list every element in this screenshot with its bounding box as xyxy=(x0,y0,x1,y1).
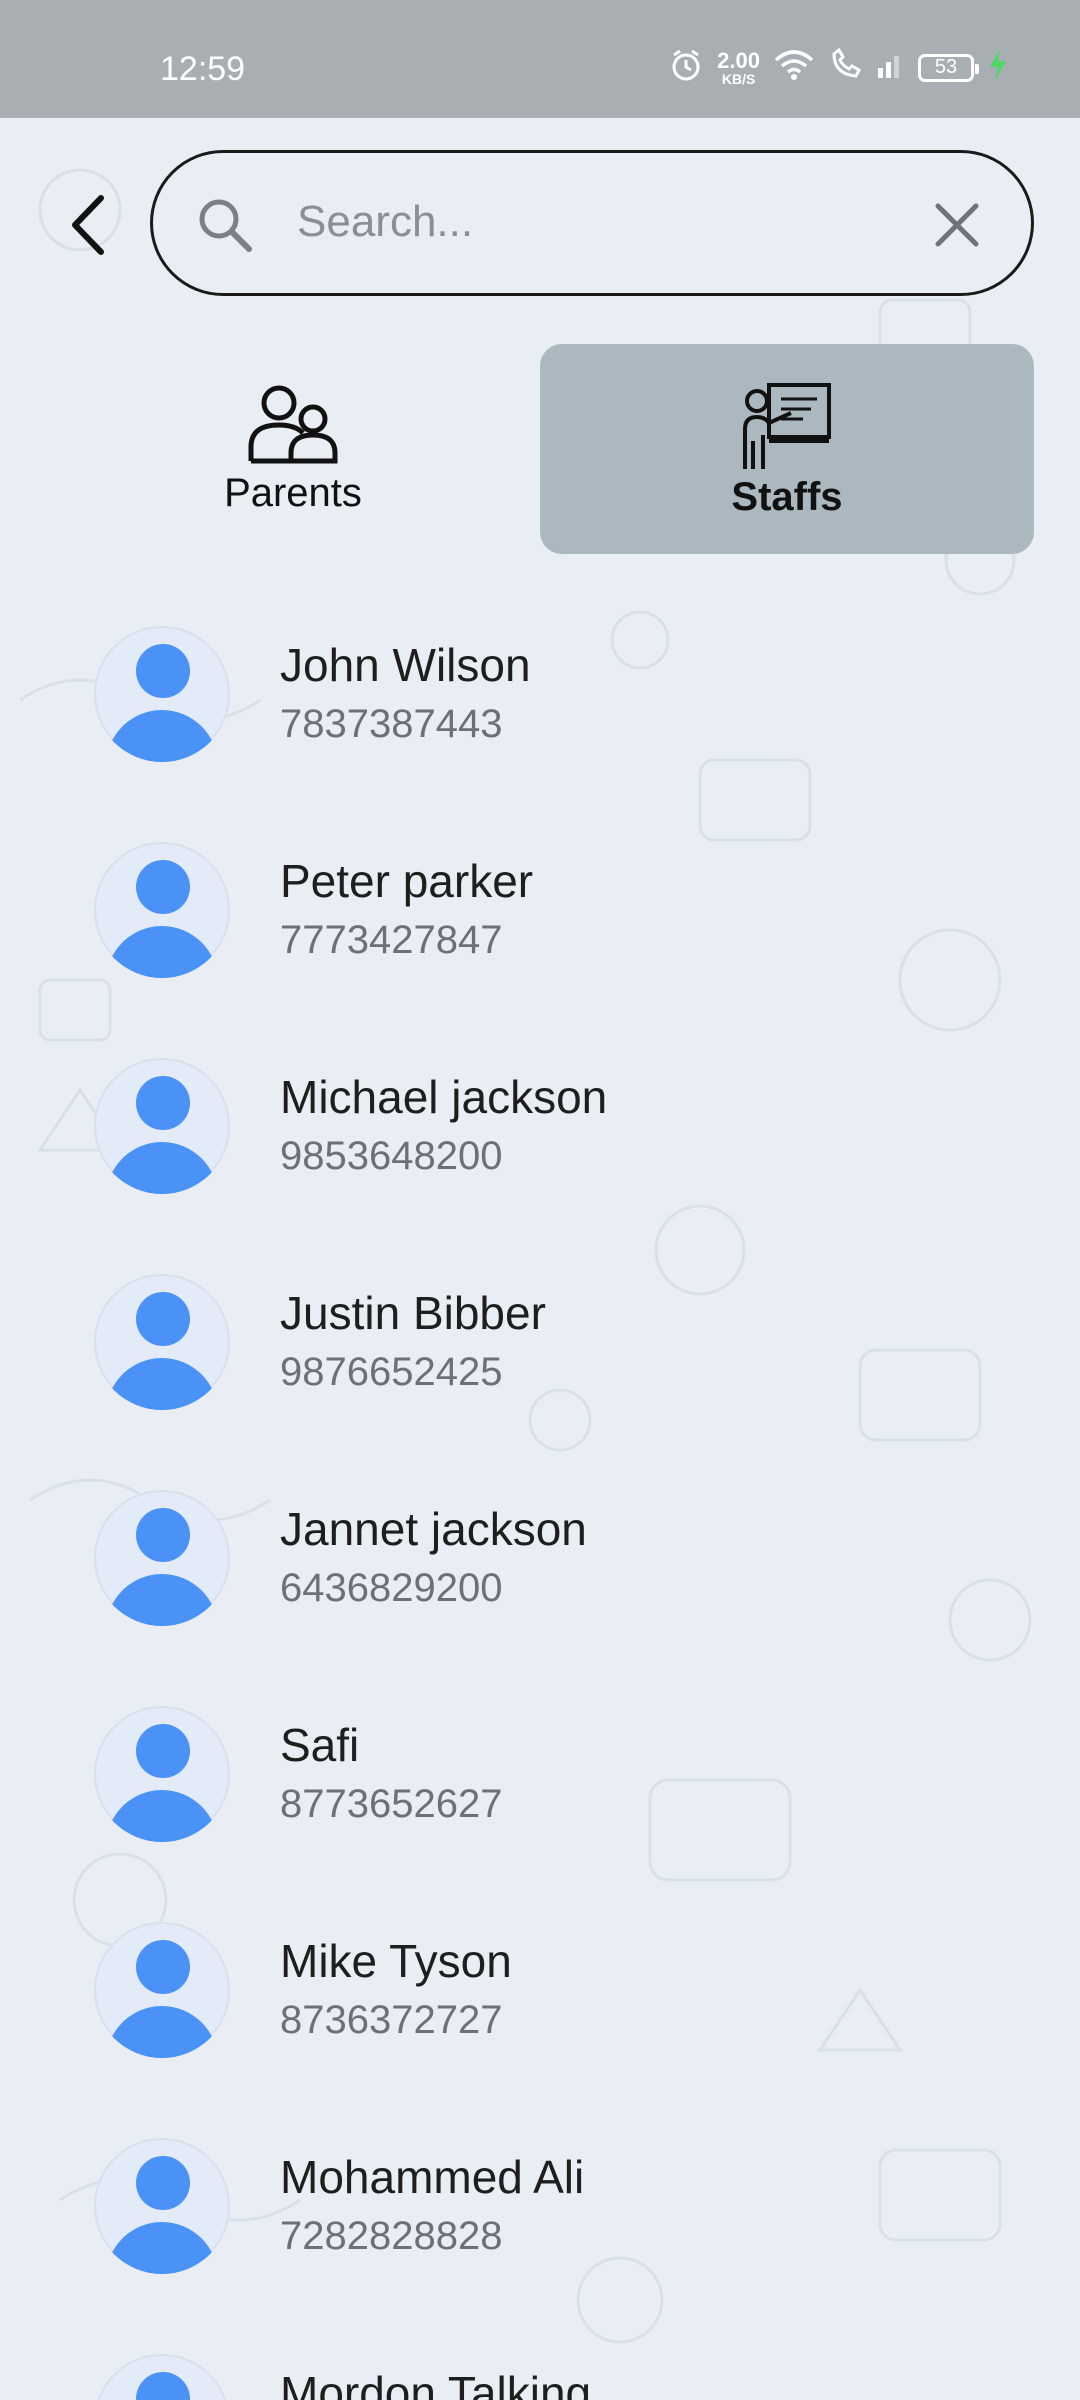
list-item[interactable]: Safi 8773652627 xyxy=(0,1690,1080,1906)
list-item[interactable]: Jannet jackson 6436829200 xyxy=(0,1474,1080,1690)
tab-parents-label: Parents xyxy=(224,470,362,515)
header xyxy=(0,150,1080,298)
parents-icon xyxy=(248,385,338,463)
avatar xyxy=(94,1922,230,2058)
network-speed-value: 2.00 xyxy=(717,47,760,73)
wifi-calling-icon xyxy=(828,47,862,87)
contact-name: Jannet jackson xyxy=(280,1503,587,1555)
contact-phone: 7837387443 xyxy=(280,702,503,746)
contact-phone: 6436829200 xyxy=(280,1566,503,1610)
list-item[interactable]: Peter parker 7773427847 xyxy=(0,826,1080,1042)
contact-name: Safi xyxy=(280,1719,360,1771)
avatar xyxy=(94,1490,230,1626)
close-icon xyxy=(935,203,979,247)
contact-phone: 9876652425 xyxy=(280,1350,503,1394)
contact-name: Mike Tyson xyxy=(280,1935,512,1987)
chevron-left-icon xyxy=(72,195,104,255)
teacher-board-icon xyxy=(743,382,831,469)
contact-name: Justin Bibber xyxy=(280,1287,546,1339)
contact-phone: 8736372727 xyxy=(280,1998,503,2042)
avatar xyxy=(94,1058,230,1194)
search-bar[interactable] xyxy=(150,150,1034,296)
contact-name: Peter parker xyxy=(280,855,534,907)
list-item[interactable]: Michael jackson 9853648200 xyxy=(0,1042,1080,1258)
contact-phone: 7282828828 xyxy=(280,2214,503,2258)
avatar xyxy=(94,842,230,978)
network-speed: 2.00 KB/S xyxy=(717,47,760,87)
avatar xyxy=(94,2138,230,2274)
category-tabs: Parents Staffs xyxy=(46,344,1036,554)
list-item[interactable]: Justin Bibber 9876652425 xyxy=(0,1258,1080,1474)
contact-name: Mohammed Ali xyxy=(280,2151,585,2203)
contact-list: John Wilson 7837387443 Peter parker 7773… xyxy=(0,610,1080,2400)
network-speed-unit: KB/S xyxy=(721,70,756,87)
battery-level: 53 xyxy=(934,56,958,78)
alarm-icon xyxy=(669,48,703,87)
signal-icon xyxy=(876,52,904,83)
avatar xyxy=(94,1706,230,1842)
status-icons: 2.00 KB/S 53 xyxy=(669,47,1008,87)
avatar xyxy=(94,1274,230,1410)
charging-icon xyxy=(988,49,1008,86)
contact-name: John Wilson xyxy=(280,639,531,691)
tab-staffs-label: Staffs xyxy=(731,474,843,519)
contact-phone: 7773427847 xyxy=(280,918,503,962)
contact-phone: 8773652627 xyxy=(280,1782,503,1826)
contact-name: Mordon Talking xyxy=(280,2367,592,2400)
back-button[interactable] xyxy=(52,190,122,260)
avatar xyxy=(94,626,230,762)
avatar xyxy=(94,2354,230,2400)
wifi-icon xyxy=(774,49,814,86)
search-input[interactable] xyxy=(295,181,899,263)
battery-icon: 53 xyxy=(918,53,979,82)
search-icon xyxy=(195,195,255,255)
status-bar: 12:59 2.00 KB/S 53 xyxy=(0,0,1080,118)
list-item[interactable]: John Wilson 7837387443 xyxy=(0,610,1080,826)
tab-staffs[interactable]: Staffs xyxy=(540,344,1034,554)
list-item[interactable]: Mike Tyson 8736372727 xyxy=(0,1906,1080,2122)
clear-search-button[interactable] xyxy=(929,197,985,253)
list-item[interactable]: Mohammed Ali 7282828828 xyxy=(0,2122,1080,2338)
tab-parents[interactable]: Parents xyxy=(46,344,540,554)
contact-phone: 9853648200 xyxy=(280,1134,503,1178)
list-item[interactable]: Mordon Talking xyxy=(0,2338,1080,2400)
contact-name: Michael jackson xyxy=(280,1071,608,1123)
status-time: 12:59 xyxy=(160,50,246,88)
